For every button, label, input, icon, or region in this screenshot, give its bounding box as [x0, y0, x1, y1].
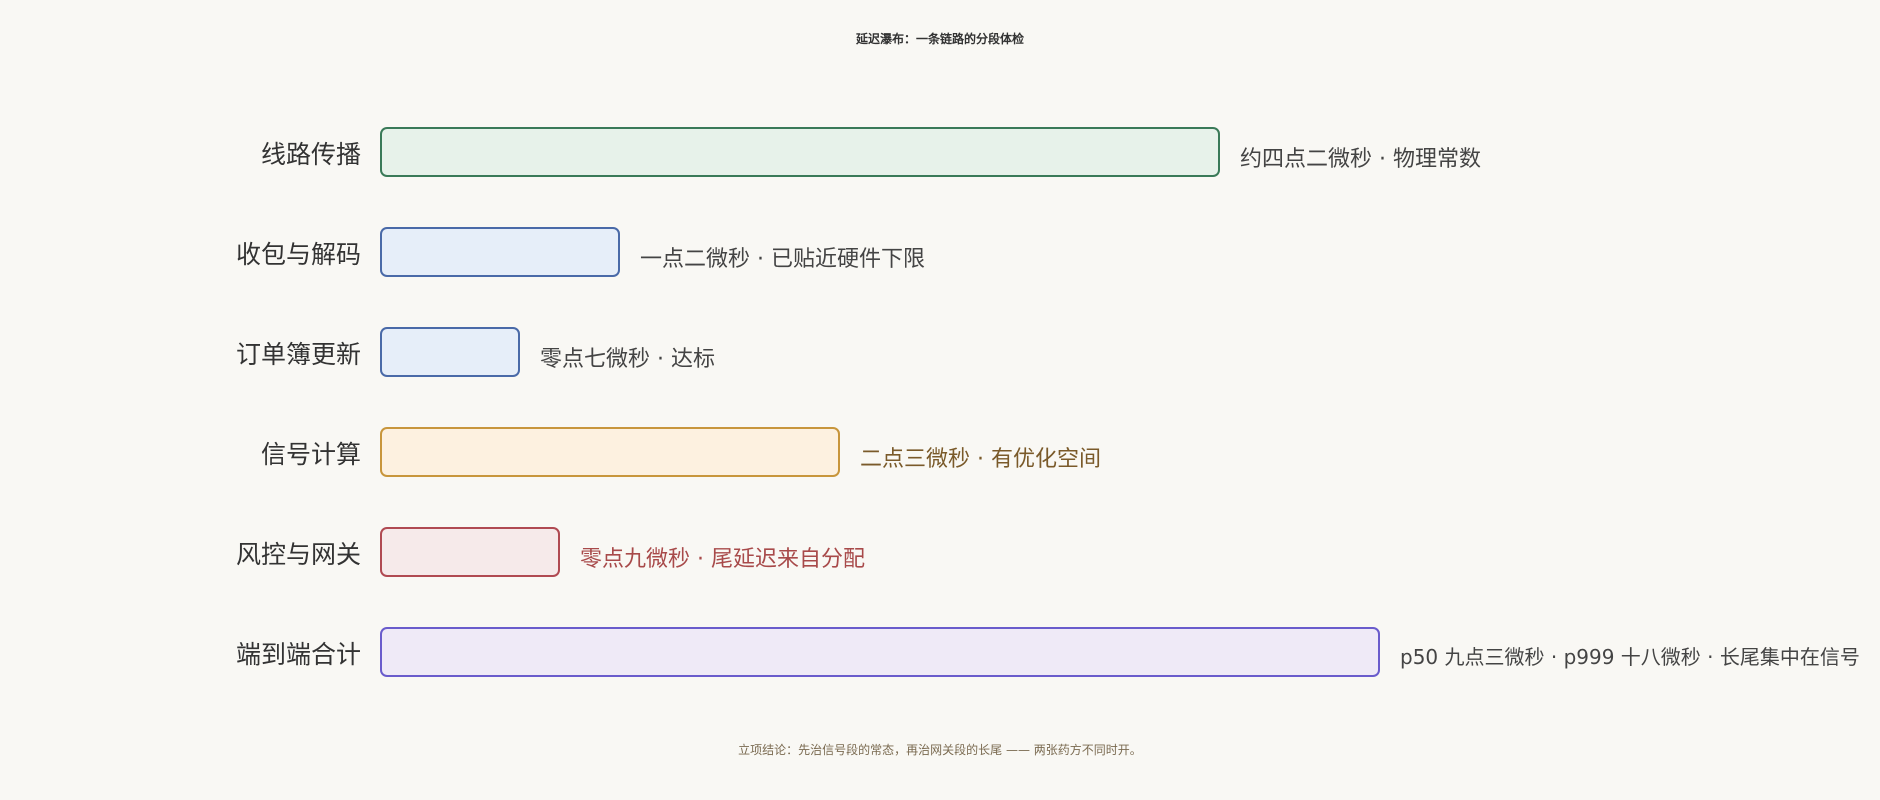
segment-bar [380, 427, 840, 477]
segment-row-orderbook-update: 订单簿更新 零点七微秒 · 达标 [0, 327, 1880, 383]
segment-note: 零点七微秒 · 达标 [540, 347, 715, 372]
segment-bar [380, 227, 620, 277]
segment-row-risk-gateway: 风控与网关 零点九微秒 · 尾延迟来自分配 [0, 527, 1880, 583]
segment-label: 线路传播 [260, 140, 361, 169]
segment-bar [380, 327, 520, 377]
segment-bar [380, 527, 560, 577]
segment-row-receive-decode: 收包与解码 一点二微秒 · 已贴近硬件下限 [0, 227, 1880, 283]
segment-label: 风控与网关 [235, 540, 361, 569]
conclusion-footer: 立项结论：先治信号段的常态，再治网关段的长尾 —— 两张药方不同时开。 [738, 743, 1142, 757]
segment-bar [380, 627, 1380, 677]
segment-row-propagation: 线路传播 约四点二微秒 · 物理常数 [0, 127, 1880, 183]
segment-label: 端到端合计 [235, 640, 361, 669]
segment-note: 一点二微秒 · 已贴近硬件下限 [640, 247, 925, 272]
page-title: 延迟瀑布：一条链路的分段体检 [855, 32, 1024, 46]
segment-bar [380, 127, 1220, 177]
segment-label: 订单簿更新 [235, 340, 361, 369]
segment-label: 收包与解码 [235, 240, 361, 269]
segment-row-end-to-end-total: 端到端合计 p50 九点三微秒 · p999 十八微秒 · 长尾集中在信号 [0, 627, 1880, 683]
segment-note: 约四点二微秒 · 物理常数 [1240, 147, 1481, 172]
segment-note: p50 九点三微秒 · p999 十八微秒 · 长尾集中在信号 [1400, 645, 1860, 669]
segment-note: 二点三微秒 · 有优化空间 [860, 447, 1101, 472]
segment-label: 信号计算 [260, 440, 361, 469]
segment-row-signal-compute: 信号计算 二点三微秒 · 有优化空间 [0, 427, 1880, 483]
latency-waterfall-diagram: 延迟瀑布：一条链路的分段体检 线路传播 约四点二微秒 · 物理常数 收包与解码 … [0, 0, 1880, 800]
segment-note: 零点九微秒 · 尾延迟来自分配 [580, 547, 865, 572]
